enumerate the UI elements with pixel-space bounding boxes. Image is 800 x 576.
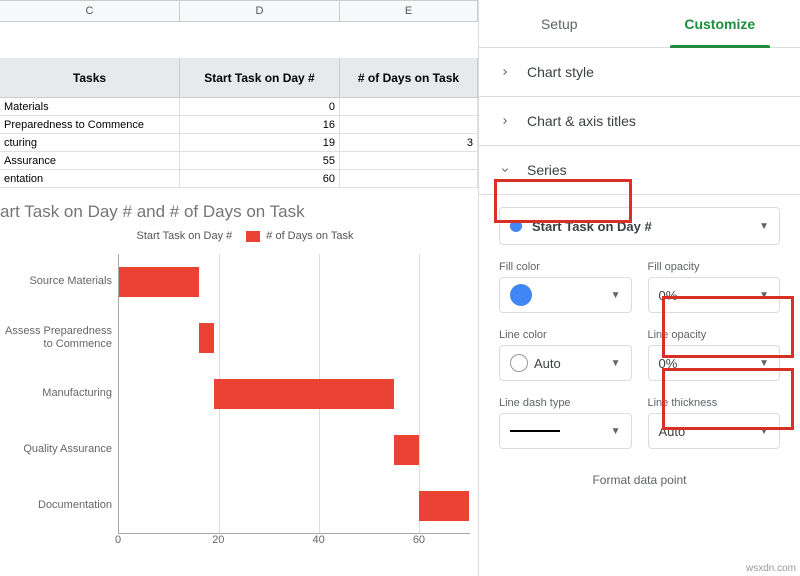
table-row: Assurance 55 [0,152,478,170]
line-color-label: Line color [499,329,632,341]
table-row: Preparedness to Commence 16 [0,116,478,134]
legend-label: Start Task on Day # [136,230,232,242]
legend-swatch [246,231,260,242]
format-data-point-label: Format data point [499,465,780,487]
line-dash-select[interactable]: ▼ [499,413,632,449]
line-color-picker[interactable]: Auto ▼ [499,345,632,381]
chart-bar [199,323,214,353]
tab-customize[interactable]: Customize [640,0,800,47]
cell-task[interactable]: entation [0,170,180,187]
y-tick-label: Source Materials [0,254,118,310]
header-days[interactable]: # of Days on Task [340,58,478,98]
color-swatch-icon [510,354,528,372]
chart-editor-panel: Setup Customize Chart style Chart & axis… [478,0,800,576]
fill-opacity-select[interactable]: 0% ▼ [648,277,781,313]
color-swatch-icon [510,284,532,306]
cell-task[interactable]: Assurance [0,152,180,169]
cell-start[interactable]: 55 [180,152,340,169]
chart-bar [119,267,199,297]
cell-days[interactable] [340,170,478,187]
dropdown-caret-icon: ▼ [611,426,621,437]
plot-area [118,254,470,534]
cell-start[interactable]: 60 [180,170,340,187]
fill-color-picker[interactable]: ▼ [499,277,632,313]
line-thickness-select[interactable]: Auto ▼ [648,413,781,449]
series-selector[interactable]: Start Task on Day # ▼ [499,207,780,245]
cell-days[interactable]: 3 [340,134,478,151]
dropdown-caret-icon: ▼ [611,358,621,369]
chevron-right-icon [499,66,511,78]
dropdown-caret-icon: ▼ [759,426,769,437]
chevron-down-icon [499,164,511,176]
chart-bar [214,379,394,409]
col-header-c[interactable]: C [0,0,180,21]
legend-item: # of Days on Task [246,230,353,242]
section-chart-style[interactable]: Chart style [479,48,800,97]
chevron-right-icon [499,115,511,127]
y-axis: Source Materials Assess Preparedness to … [0,254,118,534]
section-series[interactable]: Series [479,146,800,195]
dropdown-caret-icon: ▼ [759,358,769,369]
line-dash-icon [510,430,560,432]
table-header-row: Tasks Start Task on Day # # of Days on T… [0,58,478,98]
cell-task[interactable]: Materials [0,98,180,115]
y-tick-label: Assess Preparedness to Commence [0,310,118,366]
line-thickness-value: Auto [659,424,686,439]
chart-legend: Start Task on Day # # of Days on Task [0,230,470,242]
table-row: entation 60 [0,170,478,188]
x-axis: 0 20 40 60 [118,534,470,546]
dropdown-caret-icon: ▼ [759,221,769,232]
chart-title: art Task on Day # and # of Days on Task [0,202,470,222]
col-header-e[interactable]: E [340,0,478,21]
chart-bar [419,491,469,521]
dropdown-caret-icon: ▼ [759,290,769,301]
line-opacity-select[interactable]: 0% ▼ [648,345,781,381]
fill-color-label: Fill color [499,261,632,273]
cell-start[interactable]: 19 [180,134,340,151]
series-name: Start Task on Day # [532,219,652,234]
tab-setup[interactable]: Setup [479,0,640,47]
header-tasks[interactable]: Tasks [0,58,180,98]
dropdown-caret-icon: ▼ [611,290,621,301]
y-tick-label: Quality Assurance [0,422,118,478]
col-header-d[interactable]: D [180,0,340,21]
column-header-row: C D E [0,0,478,22]
series-color-icon [510,220,522,232]
legend-item: Start Task on Day # [116,230,232,242]
legend-swatch [116,231,130,242]
legend-label: # of Days on Task [266,230,353,242]
line-opacity-label: Line opacity [648,329,781,341]
section-chart-titles[interactable]: Chart & axis titles [479,97,800,146]
cell-task[interactable]: Preparedness to Commence [0,116,180,133]
cell-days[interactable] [340,152,478,169]
line-opacity-value: 0% [659,356,678,371]
table-row: Materials 0 [0,98,478,116]
cell-days[interactable] [340,116,478,133]
table-row: cturing 19 3 [0,134,478,152]
fill-opacity-label: Fill opacity [648,261,781,273]
section-label: Series [527,162,567,178]
section-label: Chart style [527,64,594,80]
line-thickness-label: Line thickness [648,397,781,409]
header-start[interactable]: Start Task on Day # [180,58,340,98]
line-color-value: Auto [534,356,561,371]
cell-start[interactable]: 16 [180,116,340,133]
watermark: wsxdn.com [746,563,796,574]
y-tick-label: Documentation [0,478,118,534]
chart-bar [394,435,419,465]
line-dash-label: Line dash type [499,397,632,409]
cell-start[interactable]: 0 [180,98,340,115]
section-label: Chart & axis titles [527,113,636,129]
fill-opacity-value: 0% [659,288,678,303]
embedded-chart[interactable]: art Task on Day # and # of Days on Task … [0,188,478,546]
cell-days[interactable] [340,98,478,115]
cell-task[interactable]: cturing [0,134,180,151]
y-tick-label: Manufacturing [0,366,118,422]
